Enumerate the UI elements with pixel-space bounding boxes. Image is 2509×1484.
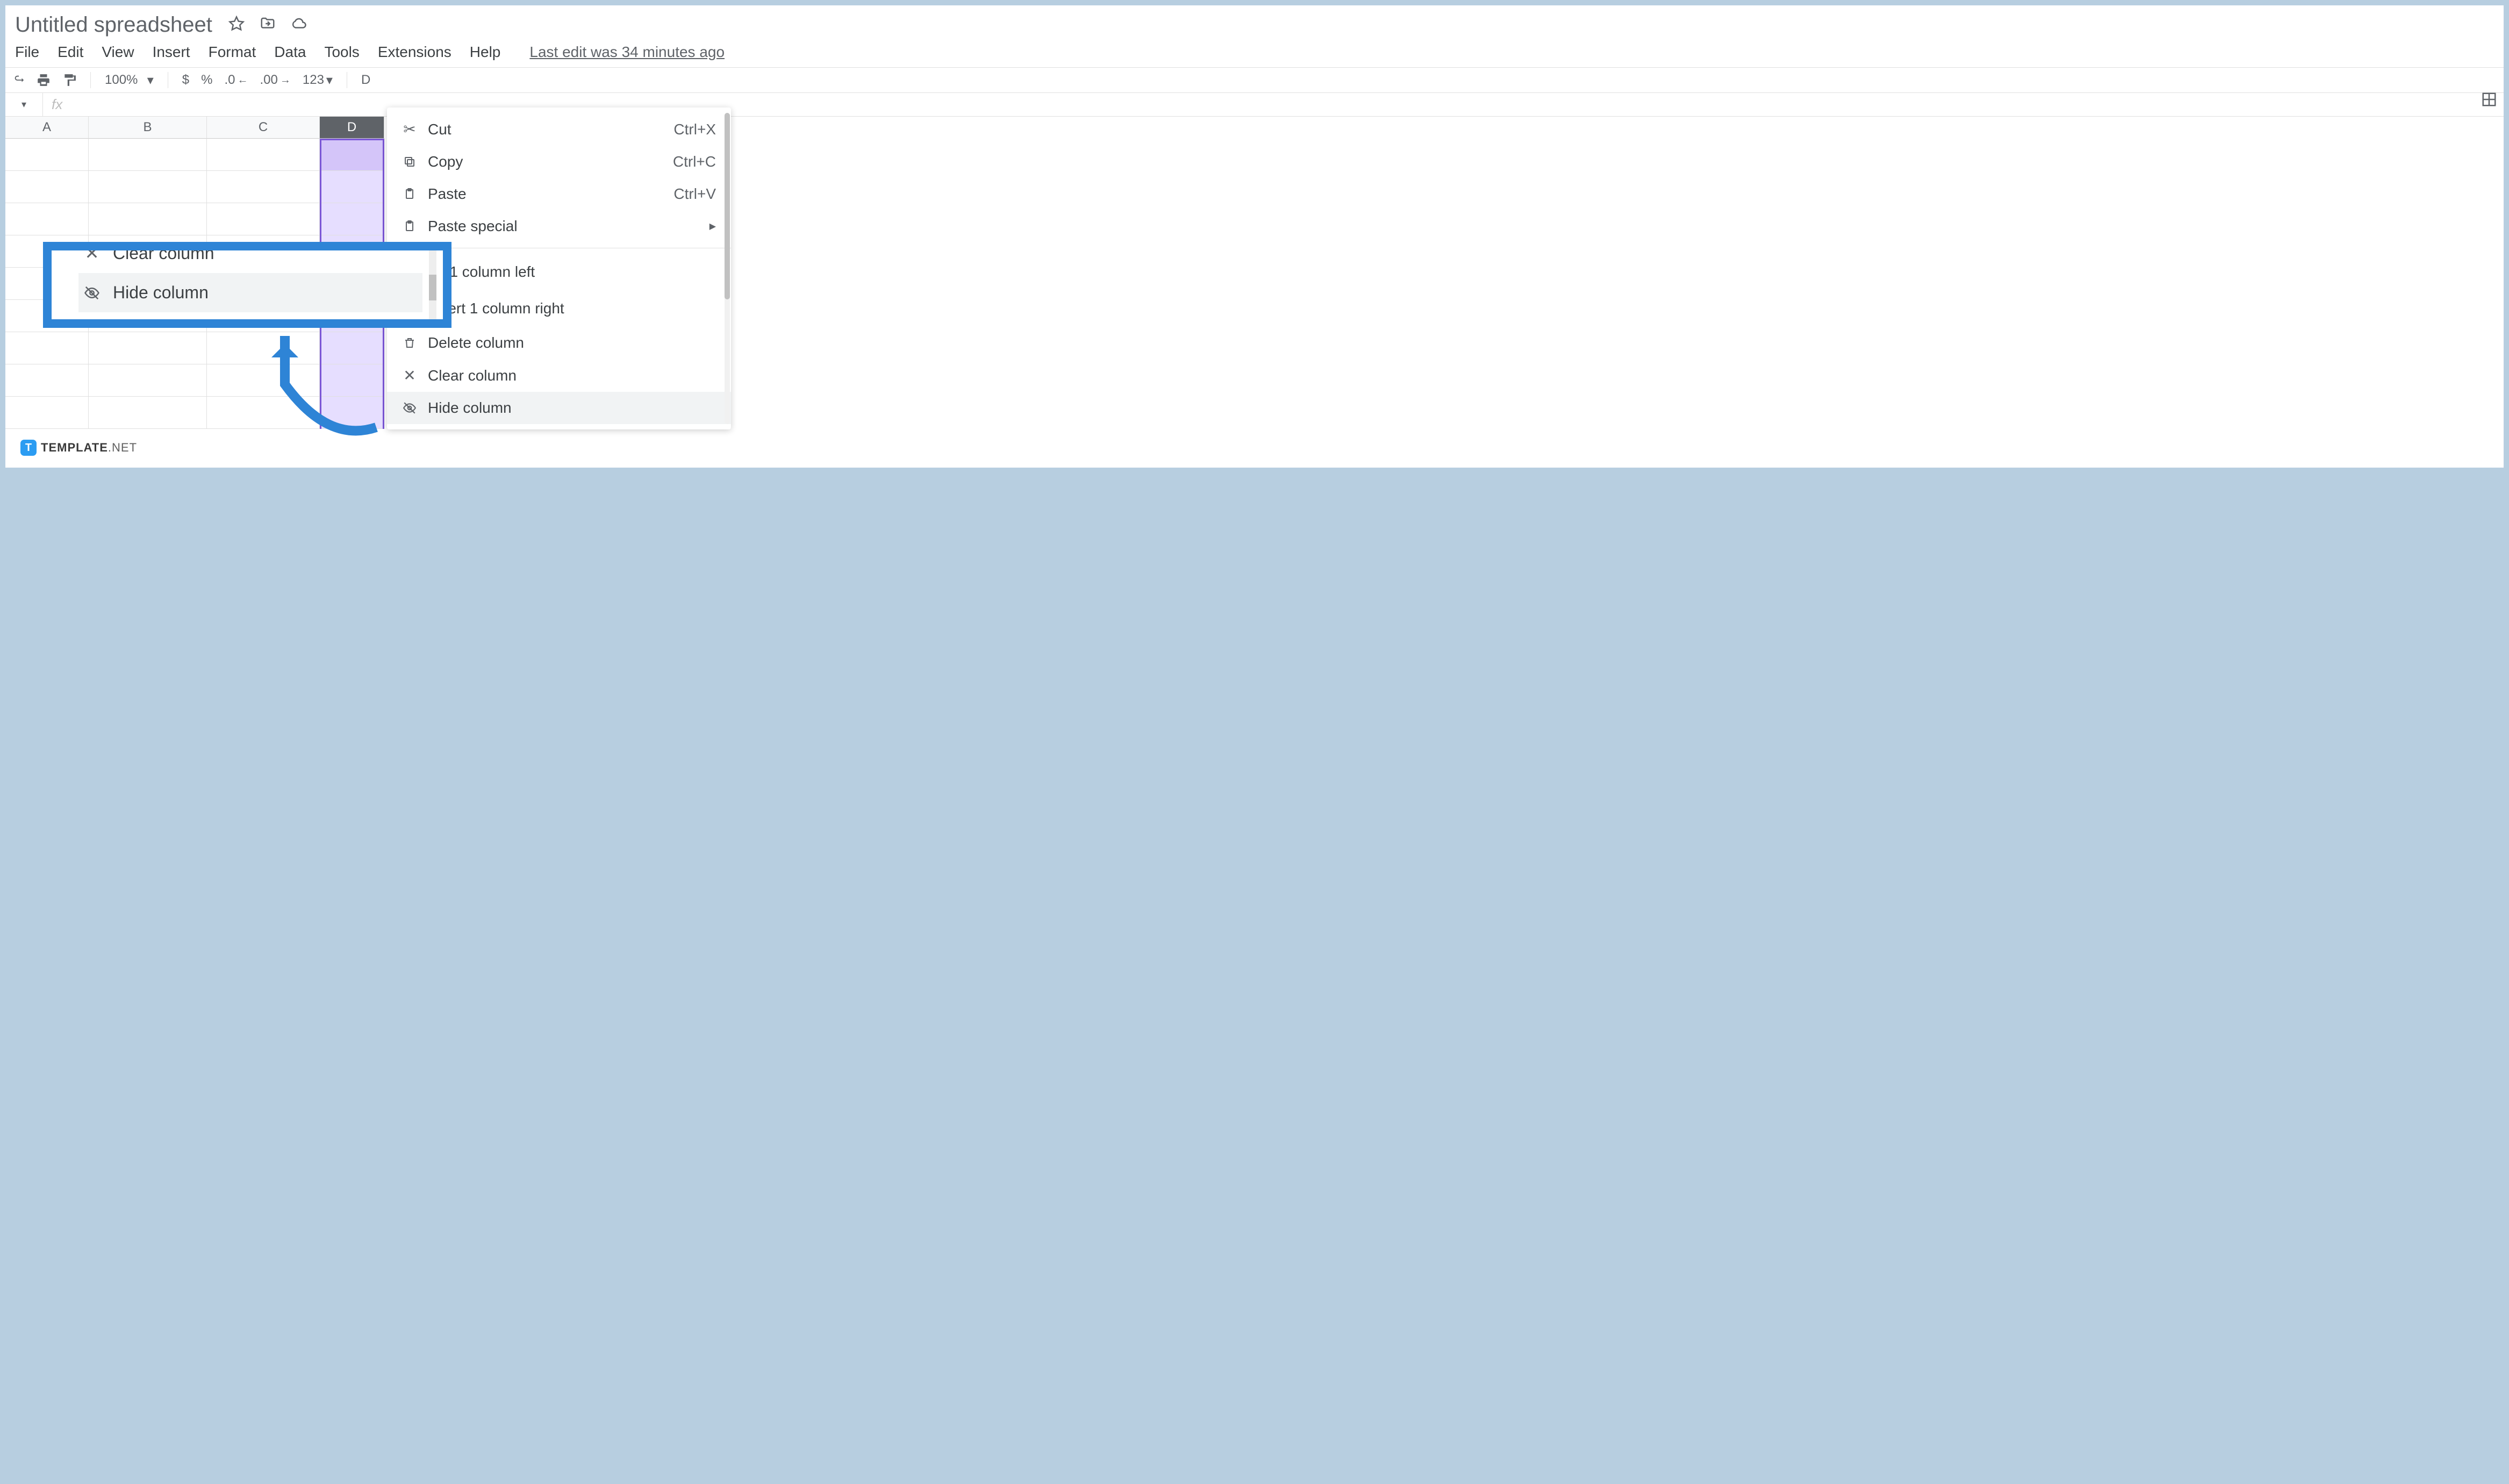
menu-view[interactable]: View <box>102 44 134 61</box>
move-icon[interactable] <box>260 16 276 34</box>
currency-button[interactable]: $ <box>182 73 189 88</box>
paste-icon <box>402 188 417 200</box>
menu-insert[interactable]: Insert <box>153 44 190 61</box>
paint-format-icon[interactable] <box>62 73 76 87</box>
percent-button[interactable]: % <box>201 73 212 88</box>
fx-label: fx <box>43 93 71 116</box>
context-copy-label: Copy <box>428 153 463 170</box>
increase-decimal-button[interactable]: .00→ <box>260 73 291 88</box>
menu-data[interactable]: Data <box>274 44 306 61</box>
watermark: T TEMPLATE.NET <box>20 440 137 456</box>
column-header-b[interactable]: B <box>89 117 207 139</box>
context-paste-special-label: Paste special <box>428 218 518 235</box>
zoom-dropdown[interactable]: 100% ▾ <box>105 73 154 88</box>
more-formats-dropdown[interactable]: 123▾ <box>303 73 333 88</box>
document-title[interactable]: Untitled spreadsheet <box>15 13 212 37</box>
callout-clear-label: Clear column <box>113 243 214 263</box>
callout-clear-column: ✕ Clear column <box>78 242 422 273</box>
trash-icon <box>402 336 417 349</box>
watermark-logo: T <box>20 440 37 456</box>
menu-help[interactable]: Help <box>470 44 501 61</box>
context-hide-column[interactable]: Hide column <box>387 392 731 424</box>
context-hide-column-label: Hide column <box>428 399 512 417</box>
callout-scrollbar[interactable] <box>429 250 436 319</box>
context-clear-column-label: Clear column <box>428 367 517 384</box>
resize-icon <box>84 325 100 328</box>
callout-highlight: ✕ Clear column Hide column R <box>43 242 451 328</box>
star-icon[interactable] <box>228 16 245 34</box>
column-header-d-selected[interactable]: D <box>320 117 384 139</box>
menu-file[interactable]: File <box>15 44 39 61</box>
redo-icon[interactable] <box>13 74 25 86</box>
name-box-dropdown[interactable]: ▾ <box>5 93 43 116</box>
menu-format[interactable]: Format <box>209 44 256 61</box>
callout-hide-column[interactable]: Hide column <box>78 273 422 312</box>
callout-arrow <box>253 320 392 449</box>
toolbar: 100% ▾ $ % .0← .00→ 123▾ D <box>5 67 2504 93</box>
decrease-decimal-button[interactable]: .0← <box>224 73 248 88</box>
callout-next-label: R <box>113 322 125 328</box>
context-cut-shortcut: Ctrl+X <box>673 121 716 138</box>
context-paste-special[interactable]: Paste special ▶ <box>387 210 731 242</box>
context-copy-shortcut: Ctrl+C <box>673 153 716 170</box>
context-paste-label: Paste <box>428 185 467 203</box>
copy-icon <box>402 155 417 168</box>
context-menu-scrollbar[interactable] <box>725 113 730 424</box>
menu-edit[interactable]: Edit <box>58 44 83 61</box>
callout-hide-label: Hide column <box>113 283 209 303</box>
context-delete-column-label: Delete column <box>428 334 524 352</box>
spreadsheet-window: Untitled spreadsheet File Edit View Inse… <box>5 5 2504 468</box>
cloud-icon[interactable] <box>291 16 307 34</box>
title-bar: Untitled spreadsheet <box>5 5 2504 39</box>
column-headers: A B C D <box>5 117 2504 139</box>
title-icons <box>228 16 307 34</box>
context-cut-label: Cut <box>428 121 451 138</box>
context-cut[interactable]: ✂ Cut Ctrl+X <box>387 113 731 146</box>
hide-icon <box>84 285 100 301</box>
context-paste[interactable]: Paste Ctrl+V <box>387 178 731 210</box>
submenu-arrow-icon: ▶ <box>709 221 716 232</box>
close-icon: ✕ <box>402 367 417 384</box>
context-paste-shortcut: Ctrl+V <box>673 185 716 203</box>
font-dropdown[interactable]: D <box>361 73 370 88</box>
cut-icon: ✂ <box>402 120 417 138</box>
menu-extensions[interactable]: Extensions <box>378 44 451 61</box>
column-header-c[interactable]: C <box>207 117 320 139</box>
formula-bar: ▾ fx <box>5 93 2504 117</box>
context-clear-column[interactable]: ✕ Clear column <box>387 359 731 392</box>
hide-icon <box>402 401 417 415</box>
menu-tools[interactable]: Tools <box>324 44 359 61</box>
column-header-a[interactable]: A <box>5 117 89 139</box>
menu-bar: File Edit View Insert Format Data Tools … <box>5 39 2504 67</box>
watermark-text: TEMPLATE.NET <box>41 441 137 455</box>
print-icon[interactable] <box>37 73 51 87</box>
close-icon: ✕ <box>84 243 100 263</box>
context-delete-column[interactable]: Delete column <box>387 327 731 359</box>
borders-icon[interactable] <box>2481 91 2497 110</box>
paste-special-icon <box>402 220 417 233</box>
last-edit-status[interactable]: Last edit was 34 minutes ago <box>529 44 725 61</box>
context-copy[interactable]: Copy Ctrl+C <box>387 146 731 178</box>
toolbar-separator <box>90 72 91 88</box>
